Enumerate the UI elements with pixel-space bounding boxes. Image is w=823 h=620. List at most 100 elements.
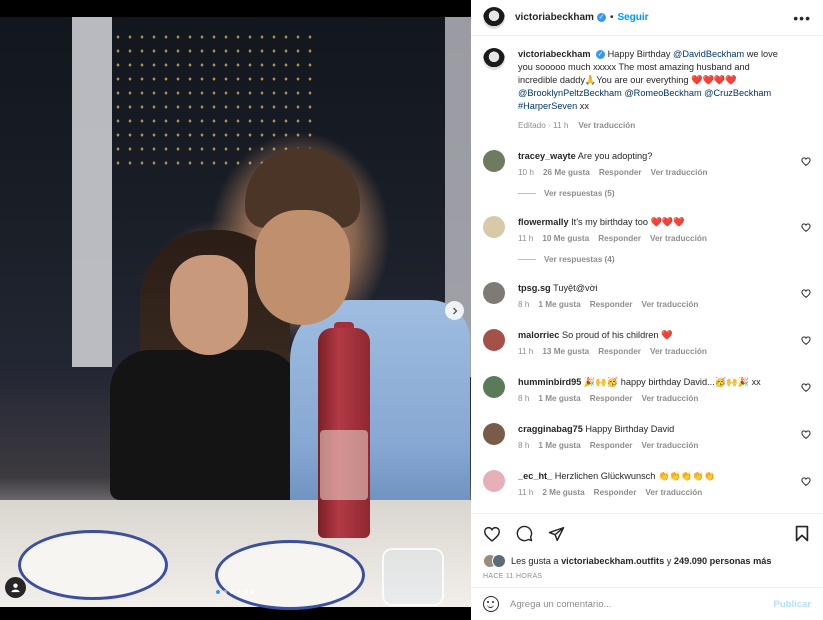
post-timestamp: HACE 11 HORAS xyxy=(483,573,543,580)
avatar[interactable] xyxy=(483,150,505,172)
mention-link[interactable]: @RomeoBeckham xyxy=(624,88,701,98)
avatar[interactable] xyxy=(483,470,505,492)
likes-summary: Les gusta a victoriabeckham.outfits y 24… xyxy=(471,553,823,569)
share-icon[interactable] xyxy=(547,525,565,543)
comment-likes[interactable]: 26 Me gusta xyxy=(543,168,590,177)
carousel-dot xyxy=(230,590,234,594)
bottle-label xyxy=(320,430,368,500)
city-lights xyxy=(112,30,312,170)
translate-link[interactable]: Ver traducción xyxy=(641,300,698,309)
replies-label: Ver respuestas (5) xyxy=(544,189,615,198)
comment-username[interactable]: tracey_wayte xyxy=(518,151,576,161)
comment-text: It's my birthday too ❤️❤️❤️ xyxy=(571,217,685,227)
comment-username[interactable]: cragginabag75 xyxy=(518,424,583,434)
reply-button[interactable]: Responder xyxy=(590,394,633,403)
publish-button[interactable]: Publicar xyxy=(774,599,812,610)
comment-like-icon[interactable] xyxy=(801,477,811,488)
likes-count[interactable]: 249.090 personas más xyxy=(674,556,772,566)
translate-link[interactable]: Ver traducción xyxy=(645,488,702,497)
comment-likes[interactable]: 1 Me gusta xyxy=(538,394,580,403)
avatar[interactable] xyxy=(483,6,505,29)
more-options-icon[interactable]: ••• xyxy=(793,10,811,26)
header-username[interactable]: victoriabeckham xyxy=(515,12,594,23)
comment-row: _ec_ht_ Herzlichen Glückwunsch 👏👏👏👏👏 11 h… xyxy=(483,470,811,497)
view-replies-button[interactable]: Ver respuestas (4) xyxy=(518,255,811,264)
comment-like-icon[interactable] xyxy=(801,289,811,300)
carousel-indicator xyxy=(216,590,255,594)
comment-likes[interactable]: 2 Me gusta xyxy=(542,488,584,497)
comment-likes[interactable]: 13 Me gusta xyxy=(542,347,589,356)
chevron-right-icon[interactable] xyxy=(445,301,464,320)
man-shirt xyxy=(290,300,470,510)
avatar[interactable] xyxy=(483,48,505,70)
reply-button[interactable]: Responder xyxy=(590,300,633,309)
translate-link[interactable]: Ver traducción xyxy=(651,168,708,177)
post-caption: victoriabeckham ✓ Happy Birthday @DavidB… xyxy=(483,48,811,132)
comment-time: 11 h xyxy=(518,488,534,497)
comment-like-icon[interactable] xyxy=(801,223,811,234)
reply-button[interactable]: Responder xyxy=(599,168,642,177)
comment-like-icon[interactable] xyxy=(801,430,811,441)
comment-username[interactable]: tpsg.sg xyxy=(518,283,551,293)
liker-username[interactable]: victoriabeckham.outfits xyxy=(561,556,664,566)
emoji-icon[interactable] xyxy=(483,596,499,612)
comment-likes[interactable]: 1 Me gusta xyxy=(538,441,580,450)
man-face xyxy=(255,210,350,325)
caption-text: xx xyxy=(577,101,589,111)
comment-text: Herzlichen Glückwunsch 👏👏👏👏👏 xyxy=(554,471,716,481)
translate-link[interactable]: Ver traducción xyxy=(650,234,707,243)
reply-button[interactable]: Responder xyxy=(598,234,641,243)
avatar[interactable] xyxy=(483,423,505,445)
comment-text: 🎉🙌🥳 happy birthday David...🥳🙌🎉 xx xyxy=(583,377,761,387)
caption-username[interactable]: victoriabeckham xyxy=(518,49,591,59)
comment-row: malorriec So proud of his children ❤️ 11 … xyxy=(483,329,811,356)
follow-button[interactable]: Seguir xyxy=(617,12,648,23)
view-replies-button[interactable]: Ver respuestas (5) xyxy=(518,189,811,198)
edited-timestamp: Editado · 11 h xyxy=(518,121,569,130)
comment-item: humminbird95 🎉🙌🥳 happy birthday David...… xyxy=(483,376,811,403)
avatar[interactable] xyxy=(483,216,505,238)
translate-link[interactable]: Ver traducción xyxy=(650,347,707,356)
carousel-dot xyxy=(216,590,220,594)
comment-input[interactable] xyxy=(510,598,774,610)
liker-avatars[interactable] xyxy=(483,554,509,568)
comment-likes[interactable]: 1 Me gusta xyxy=(538,300,580,309)
comment-username[interactable]: _ec_ht_ xyxy=(518,471,552,481)
hashtag-link[interactable]: #HarperSeven xyxy=(518,101,577,111)
comment-likes[interactable]: 10 Me gusta xyxy=(542,234,589,243)
reply-button[interactable]: Responder xyxy=(590,441,633,450)
comment-item: flowermally It's my birthday too ❤️❤️❤️ 1… xyxy=(483,216,811,264)
mention-link[interactable]: @BrooklynPeltzBeckham xyxy=(518,88,622,98)
comment-time: 11 h xyxy=(518,234,534,243)
comment-time: 10 h xyxy=(518,168,534,177)
comment-like-icon[interactable] xyxy=(801,383,811,394)
translate-link[interactable]: Ver traducción xyxy=(578,119,635,132)
comment-like-icon[interactable] xyxy=(801,157,811,168)
avatar[interactable] xyxy=(483,376,505,398)
avatar[interactable] xyxy=(483,282,505,304)
comments-section[interactable]: victoriabeckham ✓ Happy Birthday @DavidB… xyxy=(471,36,823,513)
caption-text: Happy Birthday xyxy=(607,49,674,59)
carousel-dot xyxy=(223,590,227,594)
reply-button[interactable]: Responder xyxy=(598,347,641,356)
comment-icon[interactable] xyxy=(515,525,533,543)
mention-link[interactable]: @DavidBeckham xyxy=(673,49,744,59)
comment-username[interactable]: malorriec xyxy=(518,330,559,340)
user-tag-icon[interactable] xyxy=(5,577,26,598)
carousel-dot xyxy=(244,590,248,594)
translate-link[interactable]: Ver traducción xyxy=(641,394,698,403)
comment-username[interactable]: flowermally xyxy=(518,217,569,227)
replies-label: Ver respuestas (4) xyxy=(544,255,615,264)
comment-username[interactable]: humminbird95 xyxy=(518,377,581,387)
heart-icon[interactable] xyxy=(483,525,501,543)
comment-text: Happy Birthday David xyxy=(585,424,675,434)
comment-like-icon[interactable] xyxy=(801,336,811,347)
reply-button[interactable]: Responder xyxy=(594,488,637,497)
mention-link[interactable]: @CruzBeckham xyxy=(704,88,771,98)
water-glass xyxy=(382,548,444,606)
avatar[interactable] xyxy=(483,329,505,351)
comment-row: cragginabag75 Happy Birthday David 8 h 1 M… xyxy=(483,423,811,450)
bookmark-icon[interactable] xyxy=(793,525,811,543)
translate-link[interactable]: Ver traducción xyxy=(641,441,698,450)
comment-item: tracey_wayte Are you adopting? 10 h 26 Me … xyxy=(483,150,811,198)
